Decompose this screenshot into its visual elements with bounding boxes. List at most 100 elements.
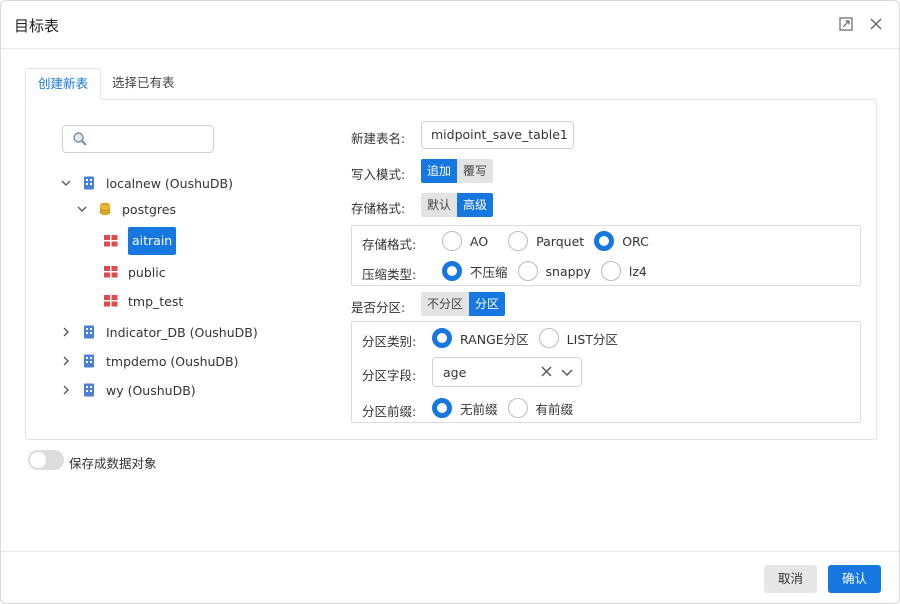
chevron-right-icon[interactable]	[60, 355, 72, 367]
format-option-orc[interactable]: ORC	[594, 231, 649, 251]
option-label: AO	[470, 233, 489, 249]
dialog-header: 目标表	[1, 1, 899, 49]
partition-no[interactable]: 不分区	[421, 292, 470, 316]
option-label: ORC	[622, 233, 649, 249]
tree-node-wy[interactable]: wy (OushuDB)	[60, 378, 196, 402]
maximize-icon[interactable]	[837, 15, 855, 33]
storage-advanced[interactable]: 高级	[457, 193, 494, 217]
option-label: 不压缩	[470, 264, 508, 280]
partition-prefix-label: 分区前缀:	[362, 404, 417, 419]
write-mode-segmented: 追加 覆写	[421, 159, 494, 183]
tab-panel: localnew (OushuDB) postgres aitrain publ…	[25, 99, 877, 440]
advanced-storage-box: 存储格式: AO Parquet ORC 压缩类型: 不压缩 snappy lz…	[351, 225, 861, 286]
write-mode-label: 写入模式:	[351, 167, 406, 182]
prefix-option-has[interactable]: 有前缀	[507, 398, 574, 418]
save-as-object-toggle[interactable]	[28, 450, 64, 470]
partition-type-label: 分区类别:	[362, 334, 417, 349]
option-label: lz4	[628, 263, 647, 279]
table-icon	[104, 265, 118, 279]
option-label: RANGE分区	[460, 331, 529, 347]
partition-field-label: 分区字段:	[362, 368, 417, 383]
target-table-dialog: 目标表 创建新表 选择已有表 localnew (OushuDB) postgr…	[0, 0, 900, 604]
tree-node-indicator-db[interactable]: Indicator_DB (OushuDB)	[60, 320, 258, 344]
tree-node-label: Indicator_DB (OushuDB)	[106, 324, 258, 340]
tree-node-label: wy (OushuDB)	[106, 382, 196, 398]
schema-icon	[98, 202, 112, 216]
chevron-down-icon[interactable]	[60, 177, 72, 189]
partition-type-range[interactable]: RANGE分区	[432, 328, 529, 348]
close-icon[interactable]	[867, 15, 885, 33]
radio-checked-icon[interactable]	[442, 261, 462, 281]
compress-option-snappy[interactable]: snappy	[517, 261, 591, 281]
tab-create-new[interactable]: 创建新表	[25, 68, 102, 100]
clear-icon[interactable]	[541, 366, 552, 381]
partition-prefix-radio-group: 无前缀 有前缀	[432, 397, 583, 419]
tree-node-label: postgres	[122, 201, 176, 217]
format-option-ao[interactable]: AO	[442, 231, 488, 251]
option-label: LIST分区	[566, 331, 618, 347]
format-label: 存储格式:	[362, 237, 417, 252]
database-icon	[82, 176, 96, 190]
tree-node-localnew[interactable]: localnew (OushuDB)	[60, 171, 233, 195]
tree-node-tmp-test[interactable]: tmp_test	[104, 289, 183, 313]
compress-radio-group: 不压缩 snappy lz4	[442, 260, 657, 282]
chevron-down-icon[interactable]	[561, 367, 573, 382]
tree-node-label: tmp_test	[128, 293, 184, 309]
tree-node-label-selected: aitrain	[128, 227, 177, 255]
partition-label: 是否分区:	[351, 300, 406, 315]
database-icon	[82, 325, 96, 339]
tab-select-existing[interactable]: 选择已有表	[100, 68, 187, 100]
table-name-input[interactable]: midpoint_save_table1	[421, 121, 574, 149]
radio-icon[interactable]	[517, 261, 538, 281]
option-label: snappy	[545, 263, 591, 279]
save-as-object-label: 保存成数据对象	[69, 456, 157, 471]
tree-node-label: localnew (OushuDB)	[106, 175, 234, 191]
tree-node-label: tmpdemo (OushuDB)	[106, 353, 239, 369]
toggle-knob	[30, 452, 46, 468]
dialog-footer: 取消 确认	[1, 551, 899, 603]
tree-node-public[interactable]: public	[104, 260, 166, 284]
radio-icon[interactable]	[508, 231, 529, 251]
option-label: 有前缀	[535, 401, 574, 417]
partition-box: 分区类别: RANGE分区 LIST分区 分区字段: age 分区前缀: 无前缀…	[351, 321, 861, 423]
option-label: 无前缀	[460, 401, 498, 417]
compress-option-none[interactable]: 不压缩	[442, 261, 508, 281]
radio-checked-icon[interactable]	[594, 231, 615, 251]
partition-type-radio-group: RANGE分区 LIST分区	[432, 327, 628, 349]
partition-yes[interactable]: 分区	[469, 292, 506, 316]
compress-label: 压缩类型:	[362, 267, 417, 282]
tree-node-postgres[interactable]: postgres	[76, 197, 176, 221]
storage-segmented: 默认 高级	[421, 193, 494, 217]
radio-icon[interactable]	[442, 231, 462, 251]
tree-node-aitrain[interactable]: aitrain	[104, 226, 177, 256]
table-icon	[104, 234, 118, 248]
cancel-button[interactable]: 取消	[764, 565, 818, 593]
database-icon	[82, 383, 96, 397]
format-option-parquet[interactable]: Parquet	[508, 231, 584, 251]
write-mode-overwrite[interactable]: 覆写	[457, 159, 494, 183]
confirm-button[interactable]: 确认	[828, 565, 882, 593]
compress-option-lz4[interactable]: lz4	[600, 261, 647, 281]
radio-checked-icon[interactable]	[432, 398, 452, 418]
tree-node-tmpdemo[interactable]: tmpdemo (OushuDB)	[60, 349, 239, 373]
chevron-down-icon[interactable]	[76, 203, 88, 215]
partition-field-select[interactable]: age	[432, 357, 582, 387]
prefix-option-none[interactable]: 无前缀	[432, 398, 498, 418]
radio-icon[interactable]	[507, 398, 528, 418]
radio-icon[interactable]	[538, 328, 559, 348]
tree-node-label: public	[128, 264, 166, 280]
chevron-right-icon[interactable]	[60, 326, 72, 338]
partition-segmented: 不分区 分区	[421, 292, 506, 316]
option-label: Parquet	[536, 233, 585, 249]
radio-checked-icon[interactable]	[432, 328, 452, 348]
write-mode-append[interactable]: 追加	[421, 159, 458, 183]
dialog-title: 目标表	[14, 17, 60, 35]
chevron-right-icon[interactable]	[60, 384, 72, 396]
search-input[interactable]	[62, 125, 214, 153]
storage-label: 存储格式:	[351, 201, 406, 216]
storage-default[interactable]: 默认	[421, 193, 458, 217]
partition-type-list[interactable]: LIST分区	[538, 328, 618, 348]
radio-icon[interactable]	[600, 261, 621, 281]
format-radio-group: AO Parquet ORC	[442, 230, 659, 252]
search-icon	[72, 131, 88, 151]
